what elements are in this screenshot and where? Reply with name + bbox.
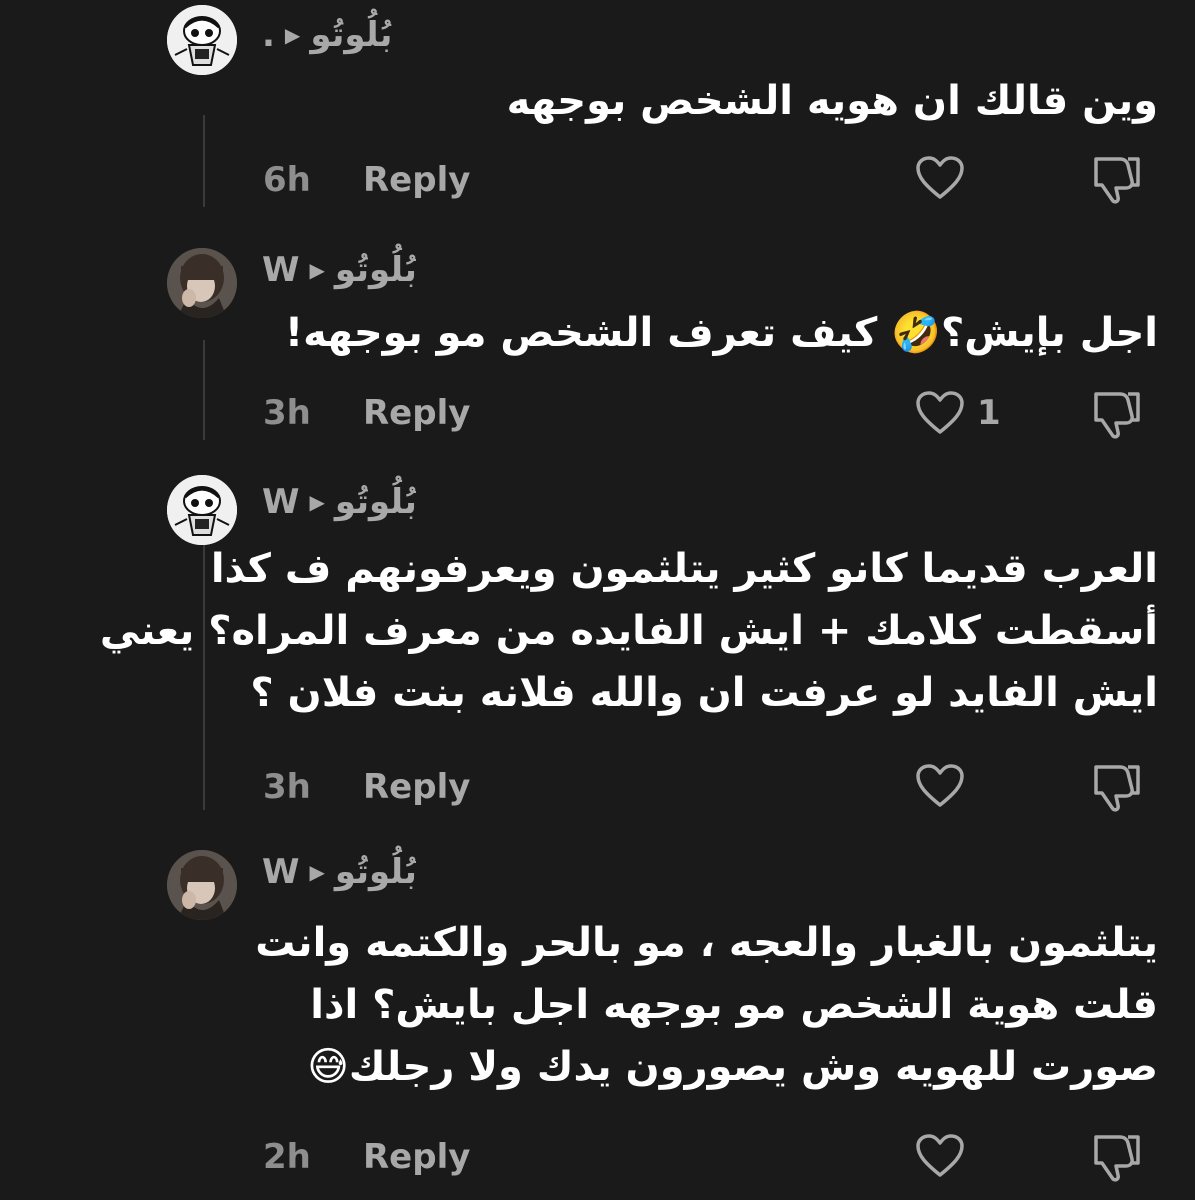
avatar[interactable] [167,248,237,318]
comment-body: العرب قديما كانو كثير يتلثمون ويعرفونهم … [100,538,1158,724]
comment-body: وين قالك ان هويه الشخص بوجهه [507,70,1158,132]
timestamp: 3h [263,767,311,807]
comment-meta: 3h Reply [263,767,470,807]
reply-button[interactable]: Reply [363,160,470,200]
thumbs-down-icon [1094,157,1140,204]
reply-to-user[interactable]: W [262,250,300,290]
avatar[interactable] [167,5,237,75]
reply-to-user[interactable]: W [262,482,300,522]
reply-arrow-icon: ▶ [309,258,325,282]
heart-icon [916,156,964,199]
like-button[interactable] [915,155,977,201]
reply-button[interactable]: Reply [363,393,470,433]
dislike-button[interactable] [1090,763,1144,813]
author-name[interactable]: بُلُوتُو [310,15,392,55]
dislike-button[interactable] [1090,155,1144,205]
comment-line: قلت هوية الشخص مو بوجهه اجل بايش؟ اذا [310,982,1158,1028]
comment-line: وين قالك ان هويه الشخص بوجهه [506,78,1158,124]
thumbs-down-icon [1094,1135,1140,1182]
heart-icon [916,1134,964,1177]
dislike-button[interactable] [1090,390,1144,440]
heart-icon [916,391,964,434]
like-button[interactable] [915,1133,977,1179]
author-name[interactable]: بُلُوتُو [335,852,417,892]
comment-meta: 2h Reply [263,1137,470,1177]
reply-button[interactable]: Reply [363,1137,470,1177]
author-name[interactable]: بُلُوتُو [335,482,417,522]
manga-skull-avatar-icon [167,475,237,545]
comment-meta: 3h Reply [263,393,470,433]
avatar[interactable] [167,850,237,920]
comment-meta: 6h Reply [263,160,470,200]
heart-icon [916,764,964,807]
reply-to-user[interactable]: W [262,852,300,892]
comment-line: صورت للهويه وش يصورون يدك ولا رجلك😅 [307,1044,1158,1090]
avatar[interactable] [167,475,237,545]
comment-line: العرب قديما كانو كثير يتلثمون ويعرفونهم … [210,546,1158,592]
reply-arrow-icon: ▶ [309,860,325,884]
comment-body: اجل بإيش؟🤣 كيف تعرف الشخص مو بوجهه! [285,302,1158,364]
comment-line: أسقطت كلامك + ايش الفايده من معرف المراه… [99,608,1158,654]
thumbs-down-icon [1094,765,1140,812]
comment-line: اجل بإيش؟🤣 كيف تعرف الشخص مو بوجهه! [284,310,1158,356]
timestamp: 3h [263,393,311,433]
comment-body: يتلثمون بالغبار والعجه ، مو بالحر والكتم… [255,912,1158,1098]
author-row: W ▶ بُلُوتُو [262,482,417,522]
comment-line: ايش الفايد لو عرفت ان والله فلانه بنت فل… [250,670,1158,716]
timestamp: 6h [263,160,311,200]
timestamp: 2h [263,1137,311,1177]
like-button[interactable]: 1 [915,390,1001,436]
like-count: 1 [977,393,1001,433]
dislike-button[interactable] [1090,1133,1144,1183]
reply-arrow-icon: ▶ [309,490,325,514]
manga-skull-avatar-icon [167,5,237,75]
comment-line: يتلثمون بالغبار والعجه ، مو بالحر والكتم… [255,920,1158,966]
author-name[interactable]: بُلُوتُو [335,250,417,290]
thread-line [203,115,205,207]
author-row: W ▶ بُلُوتُو [262,250,417,290]
thumbs-down-icon [1094,392,1140,439]
thread-line [203,340,205,440]
like-button[interactable] [915,763,977,809]
girl-photo-avatar-icon [167,248,237,318]
girl-photo-avatar-icon [167,850,237,920]
reply-to-user[interactable]: . [262,15,275,55]
reply-arrow-icon: ▶ [284,23,301,47]
author-row: W ▶ بُلُوتُو [262,852,417,892]
author-row: . ▶ بُلُوتُو [262,15,392,55]
reply-button[interactable]: Reply [363,767,470,807]
